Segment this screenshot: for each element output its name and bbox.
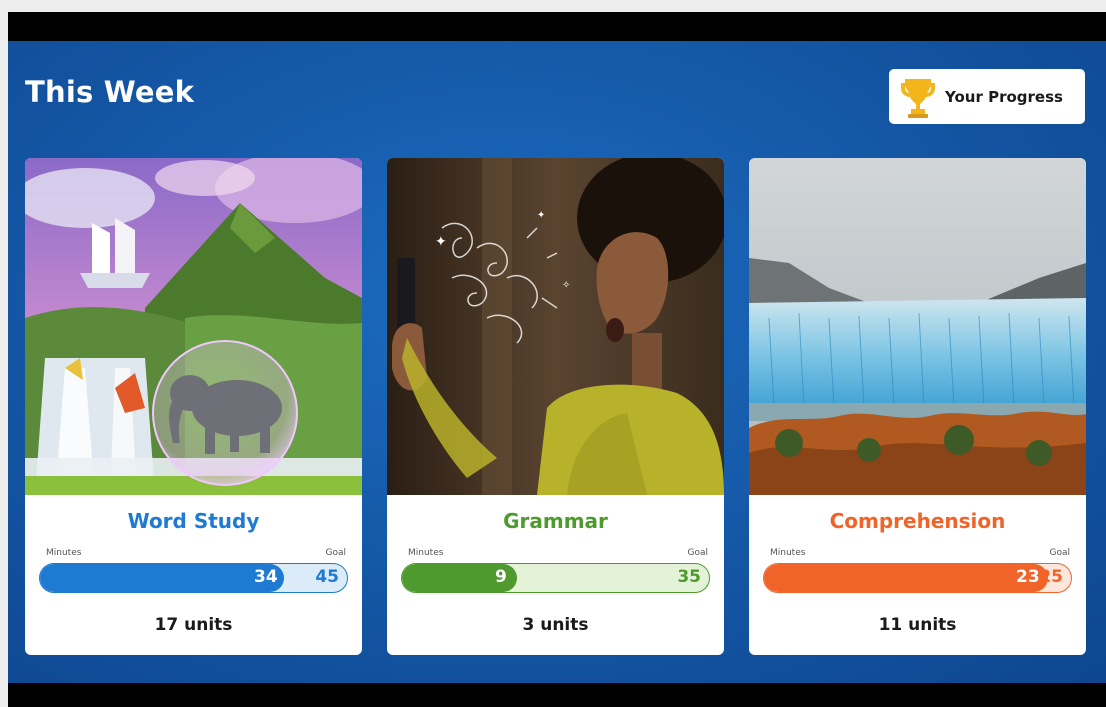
goal-label: Goal xyxy=(1049,548,1071,558)
word-study-image xyxy=(25,158,362,495)
svg-text:✦: ✦ xyxy=(435,234,447,250)
minutes-value: 9 xyxy=(495,567,507,587)
minutes-label: Minutes xyxy=(408,548,444,558)
card-title-word-study: Word Study xyxy=(127,509,260,533)
card-title-grammar: Grammar xyxy=(503,509,608,533)
minutes-label: Minutes xyxy=(46,548,82,558)
card-comprehension[interactable]: Comprehension Minutes Goal 23 25 11 unit… xyxy=(749,158,1086,655)
progress-bar-word-study: 34 45 xyxy=(39,563,348,593)
card-title-comprehension: Comprehension xyxy=(829,509,1006,533)
goal-value: 25 xyxy=(1039,567,1063,587)
units-count: 17 units xyxy=(154,615,233,635)
card-grammar[interactable]: ✦ ✦ ✧ Grammar Minutes Goal 9 35 3 units xyxy=(387,158,724,655)
your-progress-label: Your Progress xyxy=(945,87,1063,106)
svg-text:✧: ✧ xyxy=(562,280,570,291)
card-word-study[interactable]: Word Study Minutes Goal 34 45 17 units xyxy=(25,158,362,655)
progress-bar-comprehension: 23 25 xyxy=(763,563,1072,593)
progress-bar-grammar: 9 35 xyxy=(401,563,710,593)
goal-value: 45 xyxy=(315,567,339,587)
units-count: 11 units xyxy=(878,615,957,635)
this-week-panel: This Week Your Progress Word Study Minut… xyxy=(8,41,1106,683)
your-progress-button[interactable]: Your Progress xyxy=(889,69,1085,124)
goal-label: Goal xyxy=(325,548,347,558)
grammar-image: ✦ ✦ ✧ xyxy=(387,158,724,495)
screen-frame: This Week Your Progress Word Study Minut… xyxy=(8,12,1106,707)
minutes-value: 34 xyxy=(254,567,278,587)
minutes-label: Minutes xyxy=(770,548,806,558)
trophy-icon xyxy=(901,78,935,118)
progress-fill xyxy=(764,564,1048,592)
progress-fill xyxy=(40,564,284,592)
goal-value: 35 xyxy=(677,567,701,587)
units-count: 3 units xyxy=(522,615,589,635)
comprehension-image xyxy=(749,158,1086,495)
goal-label: Goal xyxy=(687,548,709,558)
svg-text:✦: ✦ xyxy=(537,210,545,221)
page-title: This Week xyxy=(25,75,195,109)
minutes-value: 23 xyxy=(1016,567,1040,587)
